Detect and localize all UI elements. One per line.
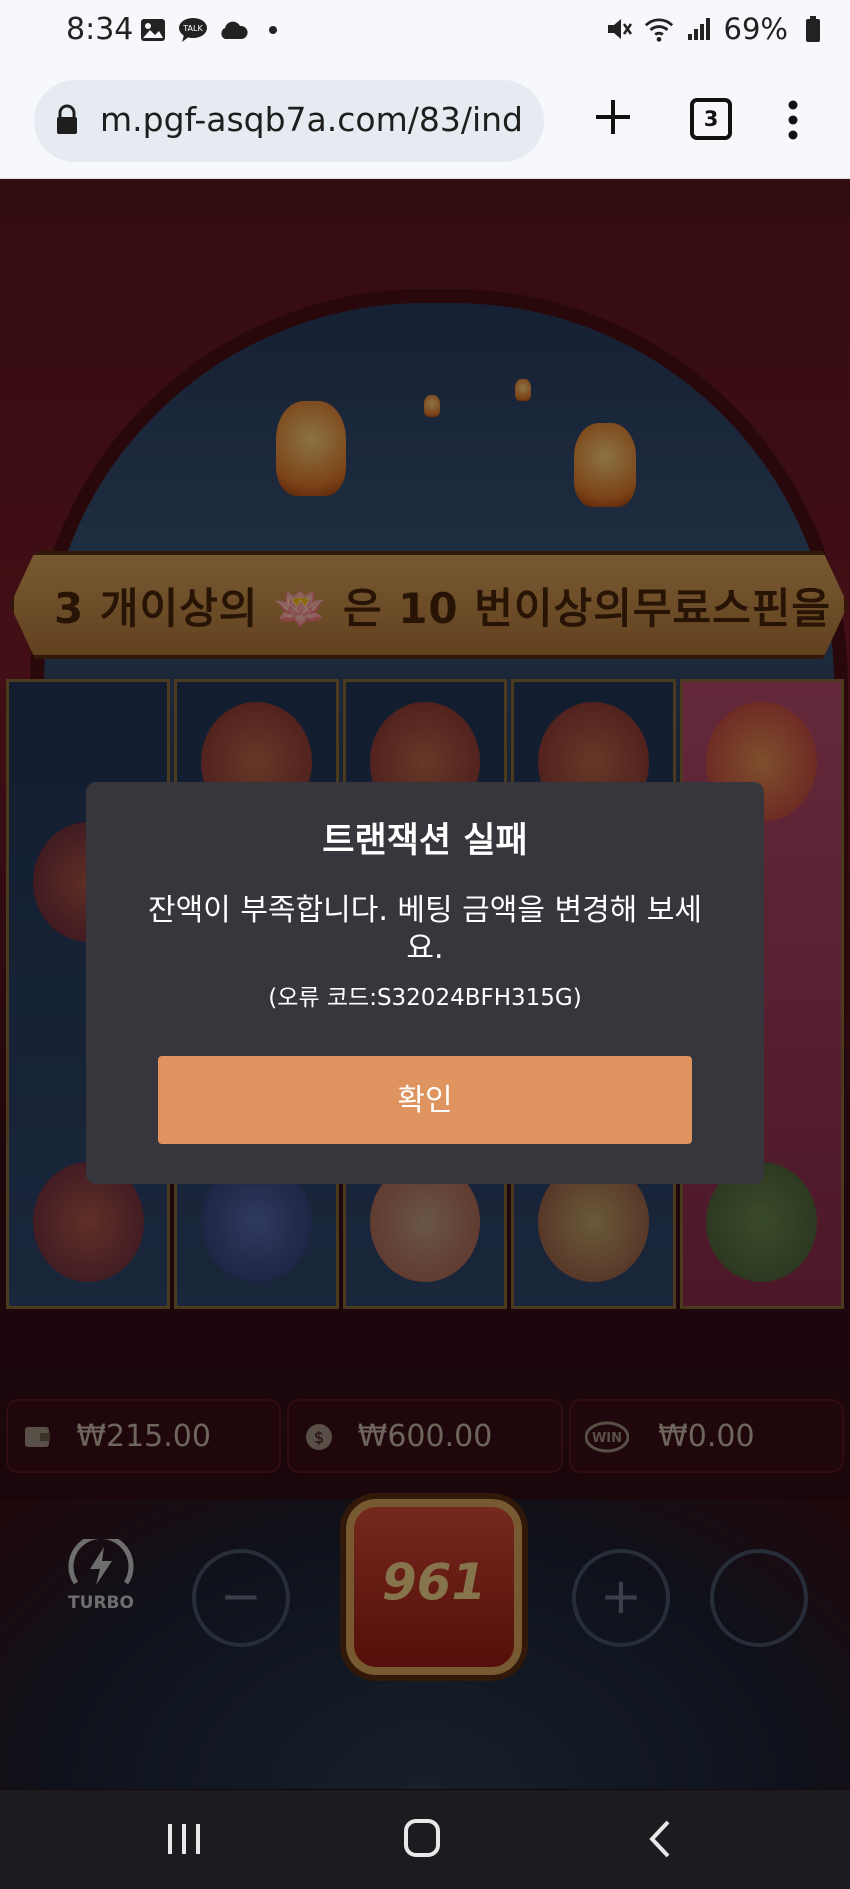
browser-toolbar: m.pgf-asqb7a.com/83/ind 3 — [0, 62, 850, 179]
wifi-icon — [644, 14, 674, 44]
browser-menu-button[interactable] — [779, 95, 807, 145]
status-time: 8:34 — [66, 12, 134, 47]
address-bar[interactable]: m.pgf-asqb7a.com/83/ind — [34, 80, 544, 162]
cloud-icon — [218, 15, 248, 45]
back-button[interactable] — [630, 1814, 690, 1864]
dialog-message: 잔액이 부족합니다. 베팅 금액을 변경해 보세요. — [147, 893, 703, 966]
svg-text:TALK: TALK — [182, 24, 203, 33]
confirm-button[interactable]: 확인 — [158, 1056, 692, 1144]
dialog-title: 트랜잭션 실패 — [322, 821, 528, 861]
lock-icon — [54, 104, 80, 140]
new-tab-button[interactable] — [588, 92, 638, 142]
url-text[interactable]: m.pgf-asqb7a.com/83/ind — [100, 100, 530, 139]
dot-icon — [258, 15, 288, 45]
signal-icon — [684, 14, 714, 44]
battery-icon — [798, 14, 828, 44]
transaction-failed-dialog: 트랜잭션 실패 잔액이 부족합니다. 베팅 금액을 변경해 보세요. (오류 코… — [86, 782, 764, 1184]
recent-apps-icon — [168, 1824, 200, 1854]
talk-icon: TALK — [178, 15, 208, 45]
tab-switcher-button[interactable]: 3 — [690, 98, 732, 140]
battery-percent: 69% — [723, 12, 788, 46]
status-bar: 8:34 TALK 69% — [0, 0, 850, 62]
plus-icon — [596, 100, 630, 134]
home-icon — [404, 1819, 440, 1857]
system-navigation-bar — [0, 1790, 850, 1889]
image-icon — [138, 15, 168, 45]
dialog-error-code: (오류 코드:S32024BFH315G) — [268, 985, 582, 1011]
back-icon — [649, 1820, 670, 1858]
mute-icon — [604, 14, 634, 44]
home-button[interactable] — [392, 1814, 452, 1864]
recent-apps-button[interactable] — [154, 1814, 214, 1864]
more-vertical-icon — [788, 100, 798, 140]
